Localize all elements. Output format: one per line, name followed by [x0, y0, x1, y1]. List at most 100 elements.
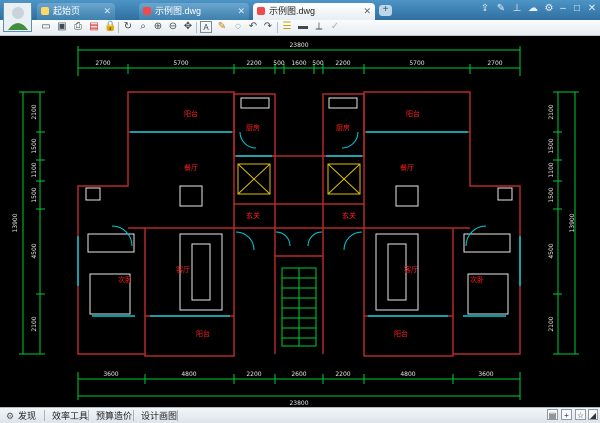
separator	[133, 410, 134, 421]
open-folder-icon[interactable]: ▭	[40, 21, 52, 33]
new-tab-button[interactable]: +	[379, 5, 392, 16]
dimension-bottom: 4800	[181, 371, 196, 378]
elevators	[237, 163, 361, 195]
maximize-icon[interactable]: □	[570, 3, 584, 14]
tab-label: 起始页	[53, 6, 81, 16]
separator	[44, 410, 45, 421]
tab-start-page[interactable]: 起始页 ✕	[37, 3, 115, 20]
dimension-left: 4500	[31, 243, 38, 258]
gear-icon[interactable]: ⚙	[542, 3, 556, 14]
share-icon[interactable]: ⇪	[478, 3, 492, 14]
status-budget-cost[interactable]: 预算造价	[96, 410, 132, 422]
room-label-bedroom: 次卧	[470, 275, 484, 284]
resize-icon[interactable]: ◢	[588, 409, 598, 420]
separator	[196, 22, 197, 33]
gear-icon: ⚙	[6, 411, 15, 421]
room-label-balcony: 阳台	[184, 109, 198, 118]
room-label-living: 客厅	[404, 265, 418, 274]
separator	[277, 22, 278, 33]
close-icon[interactable]: ✕	[237, 3, 245, 19]
user-avatar-icon	[7, 7, 28, 30]
close-icon[interactable]: ✕	[103, 3, 111, 19]
room-label-entrance: 玄关	[342, 211, 356, 220]
add-icon[interactable]: +	[561, 409, 572, 420]
avatar[interactable]	[3, 2, 32, 32]
room-label-bedroom: 次卧	[118, 275, 132, 284]
room-label-dining: 餐厅	[400, 163, 414, 172]
dimension-right: 1500	[548, 187, 555, 202]
star-icon[interactable]: ☆	[575, 409, 586, 420]
dimension-bottom: 3600	[478, 371, 493, 378]
redraw-icon[interactable]: ↻	[122, 21, 134, 33]
dimension-total-bottom: 23800	[289, 400, 308, 407]
document-icon[interactable]: ▤	[547, 409, 558, 420]
dimension-top: 2200	[335, 60, 350, 67]
room-label-living: 客厅	[176, 265, 190, 274]
dimension-top: 5700	[173, 60, 188, 67]
pdf-icon[interactable]: ▤	[88, 21, 100, 33]
dimension-top: 2700	[95, 60, 110, 67]
tab-drawing-2[interactable]: 示例图.dwg ✕	[253, 3, 375, 20]
room-labels: 阳台 阳台 厨房 厨房 餐厅 餐厅 玄关 玄关 客厅 客厅 次卧 次卧 阳台 阳…	[118, 109, 484, 338]
dwg-file-icon	[257, 7, 265, 15]
dimension-left: 1500	[31, 187, 38, 202]
dimension-top: 2200	[246, 60, 261, 67]
dwg-file-icon	[143, 7, 151, 15]
measure-icon[interactable]: ▬	[297, 21, 309, 33]
undo-icon[interactable]: ↶	[247, 21, 259, 33]
drawing-canvas[interactable]: 23800 2700 5700 2200 500 1600 500 2200 5700 2700 3…	[0, 36, 600, 407]
separator	[88, 410, 89, 421]
room-label-balcony: 阳台	[406, 109, 420, 118]
dimension-right: 1100	[548, 162, 555, 177]
save-icon[interactable]: ▣	[56, 21, 68, 33]
redo-icon[interactable]: ↷	[262, 21, 274, 33]
pin-icon[interactable]: ⊥	[510, 3, 524, 14]
pencil-icon[interactable]: ✎	[216, 21, 228, 33]
tab-drawing-1[interactable]: 示例图.dwg ✕	[139, 3, 249, 20]
cloud-markup-icon[interactable]: ◌	[232, 21, 244, 33]
doors	[111, 131, 487, 251]
zoom-window-icon[interactable]: ⌕	[137, 21, 149, 33]
zoom-out-icon[interactable]: ⊖	[167, 21, 179, 33]
dimension-left: 1500	[31, 138, 38, 153]
status-efficiency-tools[interactable]: 效率工具	[52, 410, 88, 422]
dimension-total-right: 13900	[569, 213, 576, 232]
close-icon[interactable]: ✕	[363, 3, 371, 19]
dimension-lines	[19, 46, 579, 400]
dimension-bottom: 2200	[246, 371, 261, 378]
dimension-top: 2700	[487, 60, 502, 67]
ruler-icon[interactable]: ⟂	[313, 21, 325, 33]
zoom-in-icon[interactable]: ⊕	[152, 21, 164, 33]
text-icon[interactable]: A	[200, 21, 212, 33]
room-label-entrance: 玄关	[246, 211, 260, 220]
title-bar: 起始页 ✕ 示例图.dwg ✕ 示例图.dwg ✕ + ⇪ ✎ ⊥ ☁ ⚙ – …	[0, 0, 600, 20]
status-design-drawing[interactable]: 设计画图	[141, 410, 177, 422]
print-icon[interactable]: ⎙	[72, 21, 84, 33]
check-icon[interactable]: ✓	[329, 21, 341, 33]
minimize-icon[interactable]: –	[556, 3, 570, 14]
floor-plan: 23800 2700 5700 2200 500 1600 500 2200 5700 2700 3…	[12, 42, 579, 407]
pan-icon[interactable]: ✥	[182, 21, 194, 33]
close-window-icon[interactable]: ✕	[585, 3, 599, 14]
dimension-top: 500	[273, 60, 285, 67]
room-label-kitchen: 厨房	[336, 123, 350, 132]
dimension-bottom: 4800	[400, 371, 415, 378]
lock-icon[interactable]: 🔒	[104, 21, 116, 33]
dimension-labels: 23800 2700 5700 2200 500 1600 500 2200 5700 2700 3…	[12, 42, 576, 407]
separator	[118, 22, 119, 33]
status-bar: ⚙ 发现 效率工具 预算造价 设计画图 ▤ + ☆ ◢	[0, 407, 600, 423]
dimension-left: 2100	[31, 316, 38, 331]
tab-label: 示例图.dwg	[269, 6, 316, 16]
room-label-balcony: 阳台	[394, 329, 408, 338]
dimension-bottom: 3600	[103, 371, 118, 378]
layer-icon[interactable]: ☰	[281, 21, 293, 33]
edit-icon[interactable]: ✎	[494, 3, 508, 14]
room-label-dining: 餐厅	[184, 163, 198, 172]
dimension-bottom: 2200	[335, 371, 350, 378]
staircase	[281, 267, 317, 347]
dimension-total-top: 23800	[289, 42, 308, 49]
cloud-icon[interactable]: ☁	[526, 3, 540, 14]
dimension-top: 5700	[409, 60, 424, 67]
home-icon	[41, 7, 49, 15]
status-discover[interactable]: ⚙ 发现	[6, 410, 36, 422]
